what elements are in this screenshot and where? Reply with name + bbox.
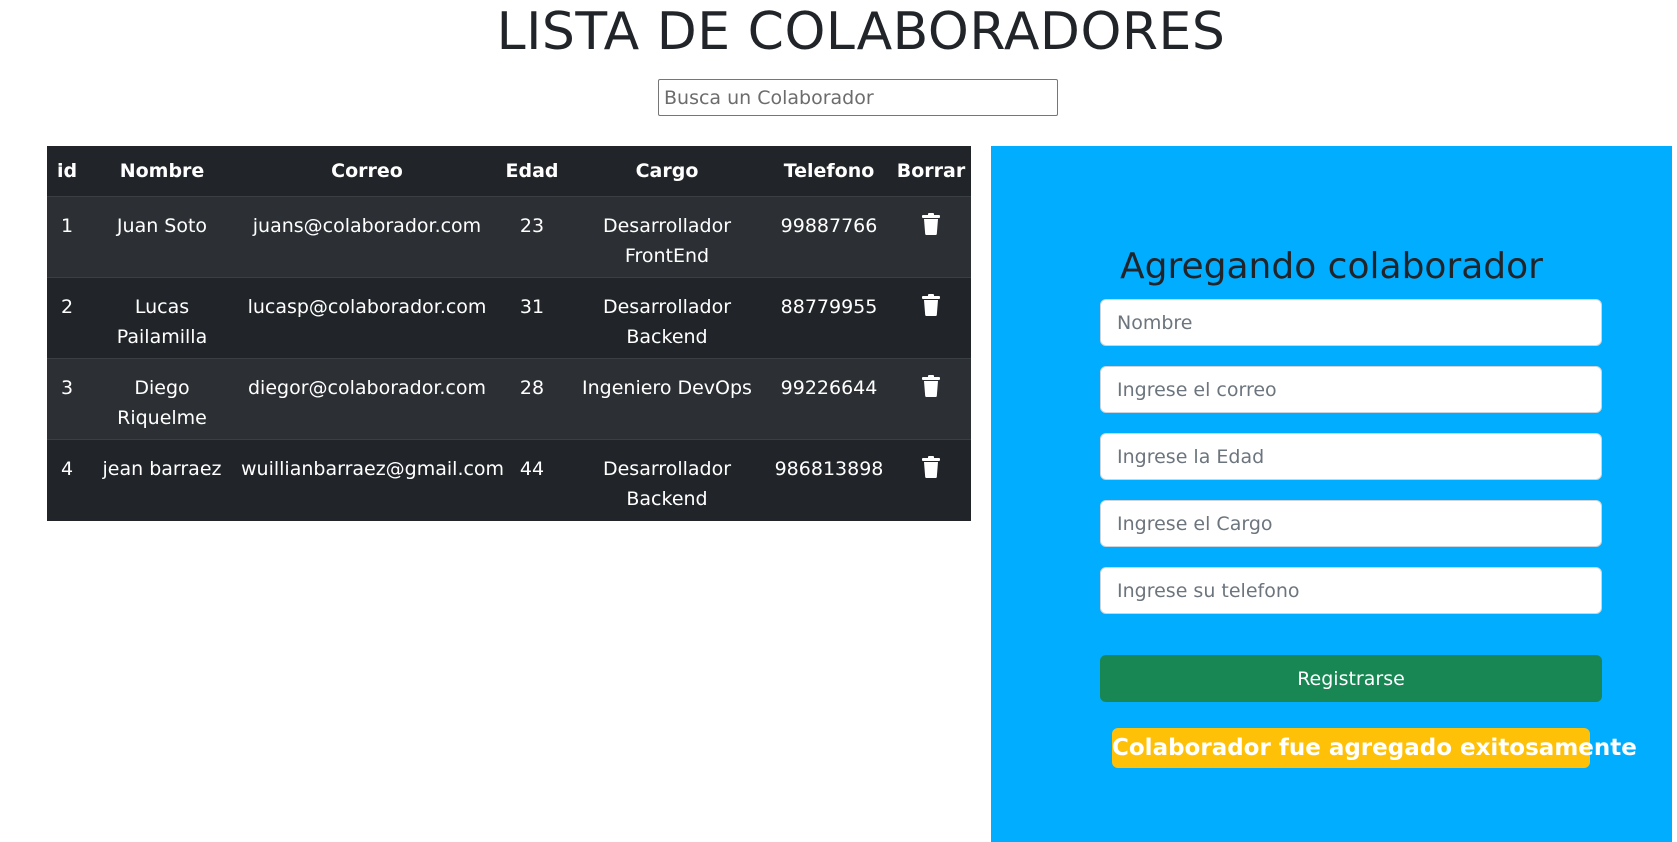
table-row: 2 Lucas Pailamilla lucasp@colaborador.co… (47, 277, 971, 359)
trash-icon[interactable] (922, 292, 940, 325)
trash-icon[interactable] (922, 454, 940, 487)
cell-borrar (891, 277, 971, 359)
cell-edad: 31 (497, 277, 567, 359)
column-header-correo: Correo (237, 146, 497, 197)
cell-correo: juans@colaborador.com (237, 196, 497, 278)
cell-id: 3 (47, 358, 87, 440)
cell-cargo: Desarrollador Backend (567, 439, 767, 521)
cell-telefono: 99226644 (767, 358, 891, 440)
table-header-row: id Nombre Correo Edad Cargo Telefono Bor… (47, 146, 971, 197)
column-header-nombre: Nombre (87, 146, 237, 197)
cell-nombre: Juan Soto (87, 196, 237, 278)
cell-telefono: 88779955 (767, 277, 891, 359)
phone-field[interactable] (1100, 567, 1602, 614)
cell-edad: 44 (497, 439, 567, 521)
position-field[interactable] (1100, 500, 1602, 547)
register-button[interactable]: Registrarse (1100, 655, 1602, 702)
cell-correo: wuillianbarraez@gmail.com (237, 439, 504, 521)
column-header-telefono: Telefono (767, 146, 891, 197)
table-body: 1 Juan Soto juans@colaborador.com 23 Des… (47, 196, 971, 521)
search-input[interactable] (658, 79, 1058, 116)
table-row: 3 Diego Riquelme diegor@colaborador.com … (47, 358, 971, 440)
table-row: 4 jean barraez wuillianbarraez@gmail.com… (47, 439, 971, 521)
column-header-cargo: Cargo (567, 146, 767, 197)
cell-telefono: 986813898 (767, 439, 891, 521)
cell-edad: 23 (497, 196, 567, 278)
column-header-id: id (47, 146, 87, 197)
cell-edad: 28 (497, 358, 567, 440)
add-collaborator-form: Agregando colaborador Registrarse Colabo… (991, 146, 1672, 842)
trash-icon[interactable] (922, 211, 940, 244)
cell-nombre: Lucas Pailamilla (87, 277, 237, 359)
success-alert: Colaborador fue agregado exitosamente (1112, 728, 1637, 768)
cell-correo: lucasp@colaborador.com (237, 277, 497, 359)
column-header-edad: Edad (497, 146, 567, 197)
cell-id: 4 (47, 439, 87, 521)
cell-telefono: 99887766 (767, 196, 891, 278)
email-field[interactable] (1100, 366, 1602, 413)
cell-nombre: jean barraez (87, 439, 237, 521)
cell-id: 1 (47, 196, 87, 278)
collaborators-table: id Nombre Correo Edad Cargo Telefono Bor… (47, 146, 971, 521)
trash-icon[interactable] (922, 373, 940, 406)
cell-correo: diegor@colaborador.com (237, 358, 497, 440)
cell-borrar (891, 358, 971, 440)
page-title: LISTA DE COLABORADORES (496, 2, 1226, 62)
collaborators-table-container: id Nombre Correo Edad Cargo Telefono Bor… (47, 146, 971, 521)
cell-cargo: Desarrollador FrontEnd (567, 196, 767, 278)
column-header-borrar: Borrar (891, 146, 971, 197)
age-field[interactable] (1100, 433, 1602, 480)
page: LISTA DE COLABORADORES id Nombre Correo … (0, 0, 1677, 842)
form-title: Agregando colaborador (1120, 246, 1543, 287)
cell-nombre: Diego Riquelme (87, 358, 237, 440)
cell-borrar (891, 439, 971, 521)
cell-cargo: Desarrollador Backend (567, 277, 767, 359)
nombre-field[interactable] (1100, 299, 1602, 346)
table-row: 1 Juan Soto juans@colaborador.com 23 Des… (47, 196, 971, 278)
cell-cargo: Ingeniero DevOps (567, 358, 767, 440)
cell-borrar (891, 196, 971, 278)
table-header: id Nombre Correo Edad Cargo Telefono Bor… (47, 146, 971, 197)
cell-id: 2 (47, 277, 87, 359)
